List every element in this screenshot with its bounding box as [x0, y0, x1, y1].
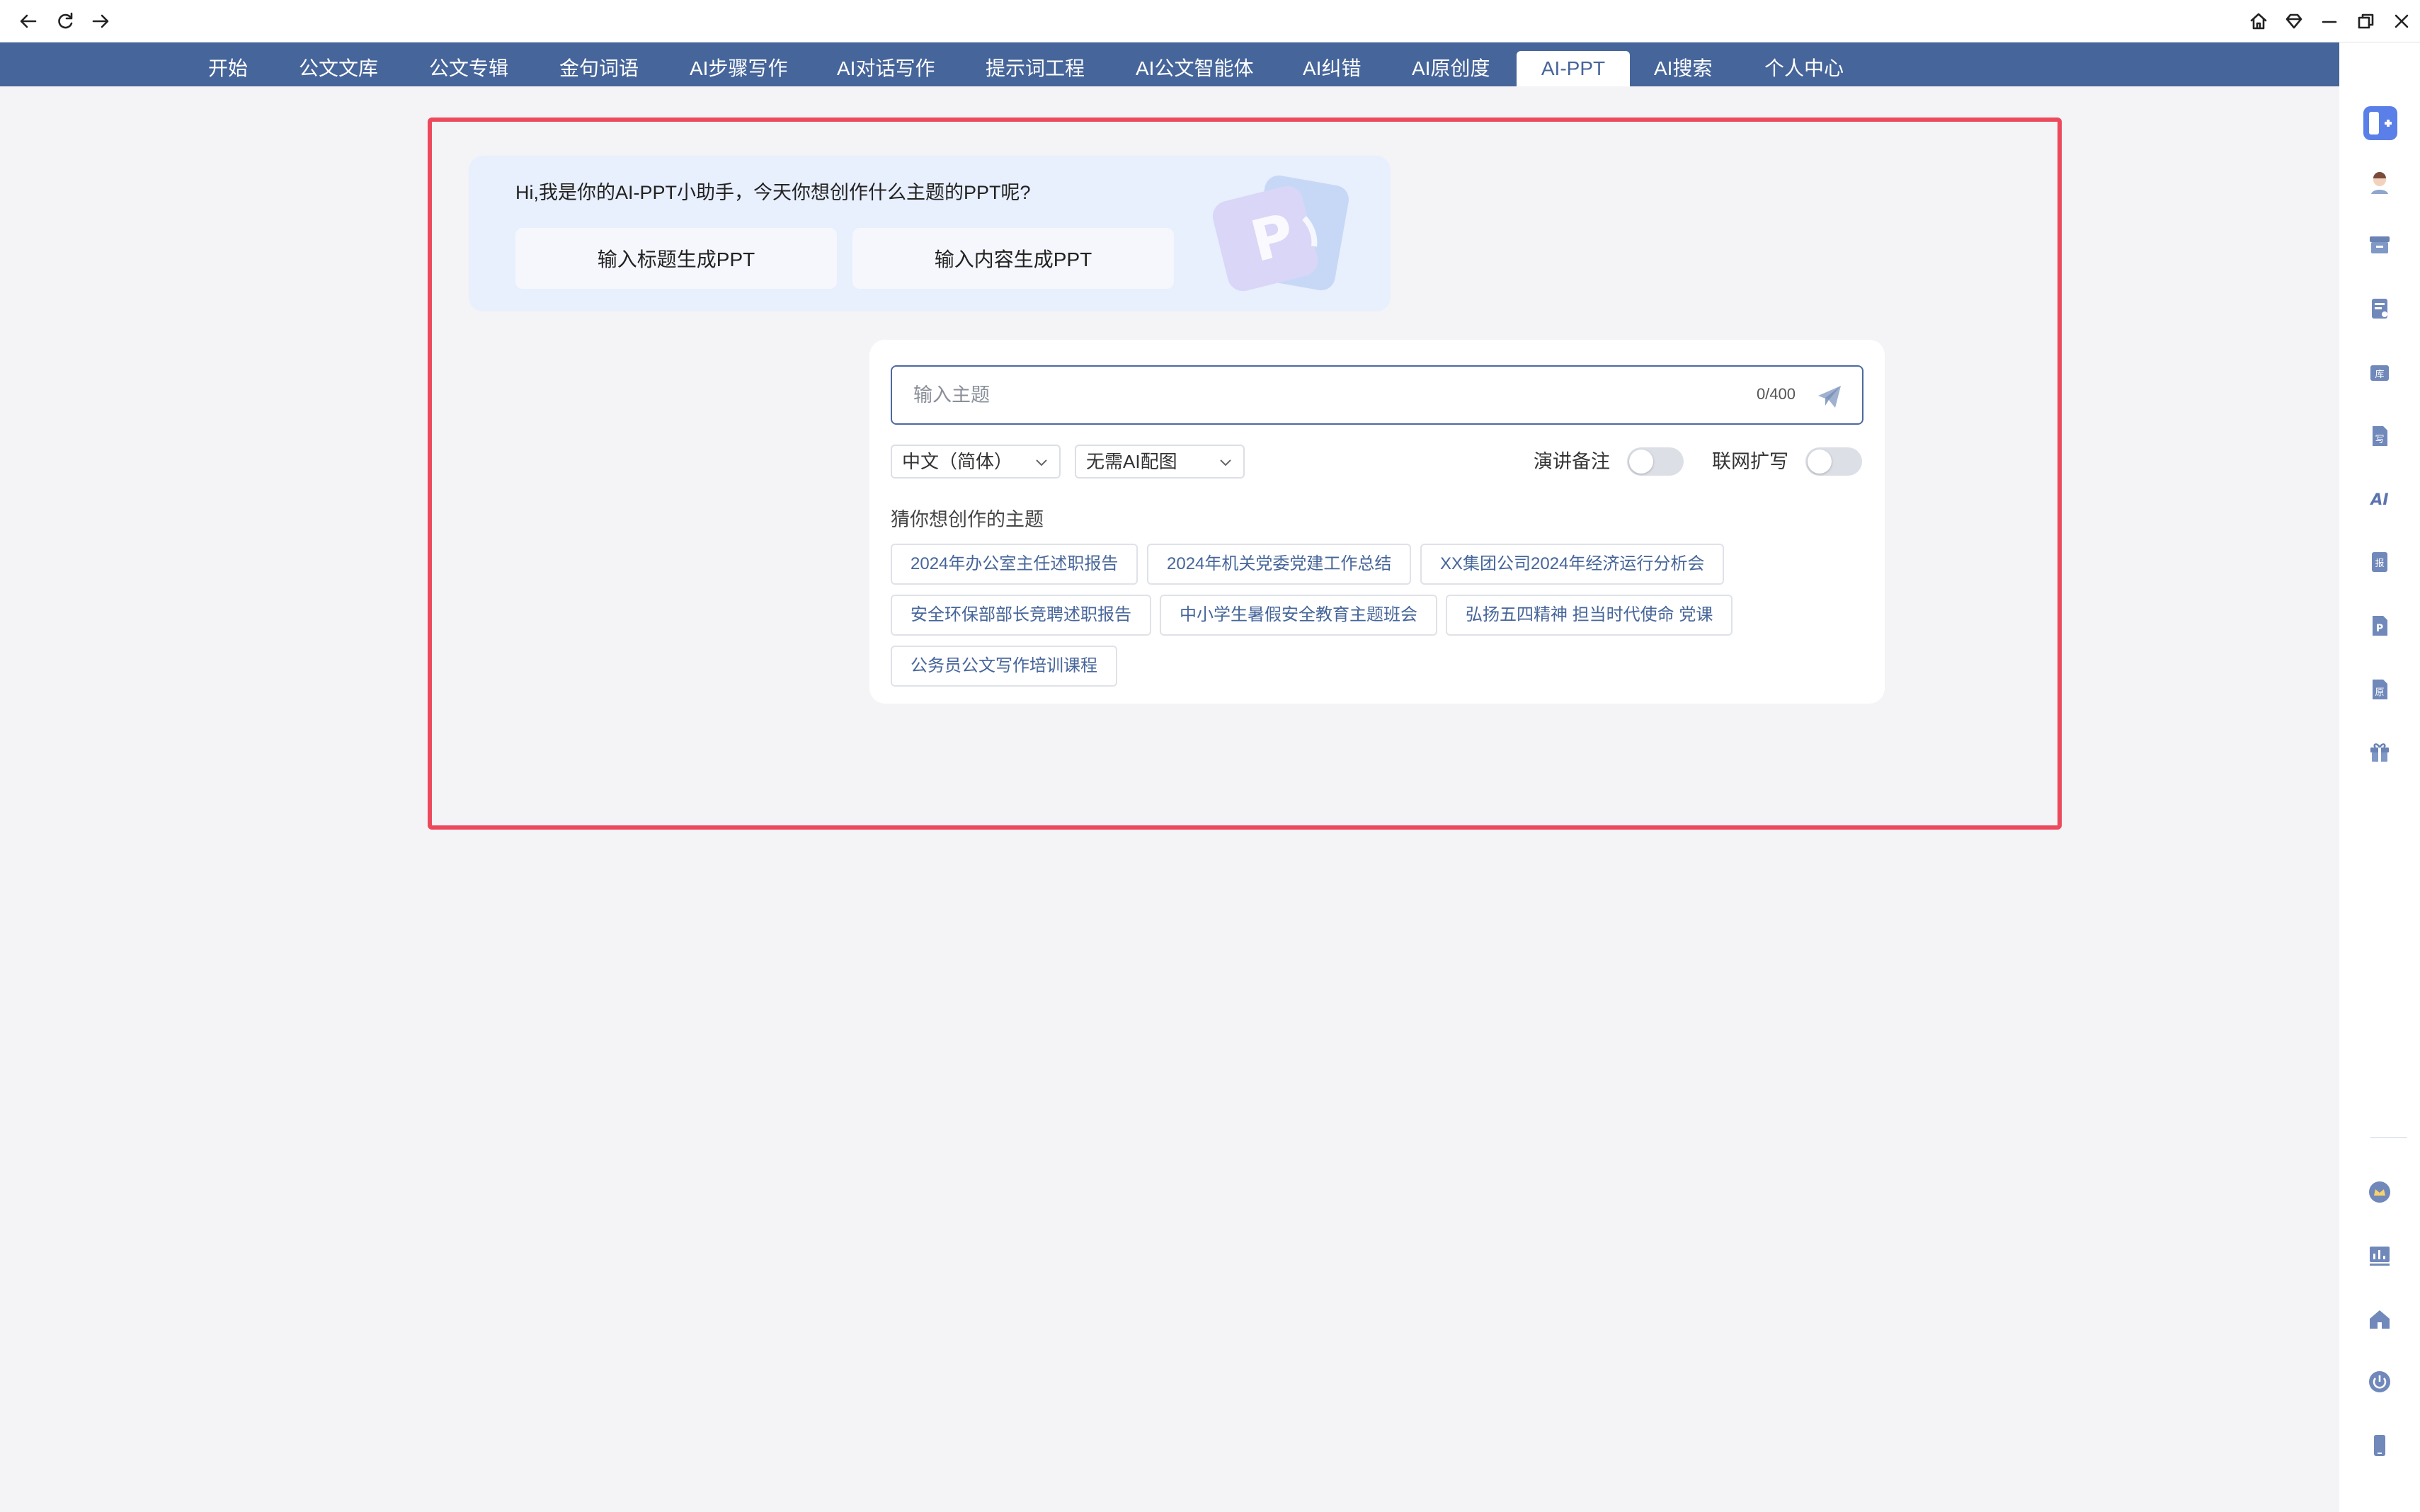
minimize-icon[interactable]	[2317, 8, 2342, 34]
svg-text:AI: AI	[2369, 491, 2388, 509]
library-icon[interactable]: 库	[2365, 358, 2394, 386]
toggle-knob	[1629, 449, 1653, 474]
nav-item-ai-correct[interactable]: AI纠错	[1279, 51, 1385, 86]
language-select-value: 中文（简体）	[902, 451, 1013, 472]
nav-item-ai-step[interactable]: AI步骤写作	[666, 51, 811, 86]
topic-input[interactable]	[913, 367, 1728, 423]
chevron-down-icon	[1220, 459, 1231, 466]
crown-icon[interactable]	[2365, 1178, 2394, 1206]
svg-text:写: 写	[2375, 435, 2384, 445]
document-icon[interactable]	[2365, 294, 2394, 323]
svg-text:原: 原	[2375, 687, 2384, 698]
right-sidebar: 库 写 AI 报 P 原	[2339, 42, 2420, 1512]
char-counter: 0/400	[1756, 385, 1796, 403]
avatar-icon[interactable]	[2365, 168, 2394, 197]
gift-icon[interactable]	[2365, 738, 2394, 766]
ai-image-select-value: 无需AI配图	[1086, 451, 1177, 472]
nav-item-start[interactable]: 开始	[184, 51, 272, 86]
speaker-notes-toggle[interactable]	[1627, 447, 1684, 476]
nav-item-profile[interactable]: 个人中心	[1740, 51, 1868, 86]
nav-item-quotes[interactable]: 金句词语	[535, 51, 663, 86]
svg-text:报: 报	[2375, 559, 2384, 569]
report-icon[interactable]: 报	[2365, 548, 2394, 576]
nav-item-ai-original[interactable]: AI原创度	[1388, 51, 1514, 86]
ai-image-select[interactable]: 无需AI配图	[1075, 445, 1245, 479]
nav-item-doc-library[interactable]: 公文文库	[275, 51, 402, 86]
ppt-icon[interactable]: P	[2365, 612, 2394, 640]
top-nav: 开始 公文文库 公文专辑 金句词语 AI步骤写作 AI对话写作 提示词工程 AI…	[0, 42, 2339, 86]
refresh-icon[interactable]	[52, 8, 78, 34]
nav-item-ai-ppt[interactable]: AI-PPT	[1517, 51, 1630, 86]
sidebar-divider	[2370, 1137, 2407, 1138]
svg-text:P: P	[2376, 623, 2383, 634]
nav-item-ai-search[interactable]: AI搜索	[1630, 51, 1736, 86]
diamond-icon[interactable]	[2281, 8, 2307, 34]
close-icon[interactable]	[2389, 8, 2414, 34]
panel-toggle-icon[interactable]	[2362, 105, 2399, 142]
topic-input-box: 0/400	[891, 365, 1863, 425]
welcome-greeting: Hi,我是你的AI-PPT小助手，今天你想创作什么主题的PPT呢?	[515, 182, 1031, 203]
suggestion-chip[interactable]: 安全环保部部长竞聘述职报告	[891, 595, 1151, 636]
nav-item-ai-chat[interactable]: AI对话写作	[813, 51, 959, 86]
house-icon[interactable]	[2365, 1305, 2394, 1334]
write-icon[interactable]: 写	[2365, 422, 2394, 450]
original-icon[interactable]: 原	[2365, 675, 2394, 704]
suggestion-chip[interactable]: 弘扬五四精神 担当时代使命 党课	[1446, 595, 1733, 636]
welcome-card: Hi,我是你的AI-PPT小助手，今天你想创作什么主题的PPT呢? 输入标题生成…	[469, 156, 1391, 311]
svg-text:库: 库	[2375, 369, 2384, 380]
suggestion-chip[interactable]: 2024年机关党委党建工作总结	[1147, 544, 1412, 585]
suggestion-chip[interactable]: 公务员公文写作培训课程	[891, 646, 1117, 687]
suggestion-chip[interactable]: XX集团公司2024年经济运行分析会	[1420, 544, 1725, 585]
archive-icon[interactable]	[2365, 231, 2394, 259]
stats-icon[interactable]	[2365, 1242, 2394, 1270]
nav-item-ai-agent[interactable]: AI公文智能体	[1112, 51, 1277, 86]
web-expand-label: 联网扩写	[1712, 451, 1788, 472]
home-icon[interactable]	[2246, 8, 2271, 34]
restore-icon[interactable]	[2353, 8, 2379, 34]
forward-arrow-icon[interactable]	[88, 8, 113, 34]
web-expand-toggle[interactable]	[1805, 447, 1862, 476]
generate-by-title-button[interactable]: 输入标题生成PPT	[515, 228, 837, 289]
suggestion-chip[interactable]: 2024年办公室主任述职报告	[891, 544, 1138, 585]
toggle-knob	[1808, 449, 1832, 474]
ppt-illustration-icon: P	[1212, 175, 1349, 292]
nav-item-doc-album[interactable]: 公文专辑	[405, 51, 532, 86]
send-icon[interactable]	[1814, 381, 1845, 412]
speaker-notes-label: 演讲备注	[1534, 451, 1610, 472]
window-titlebar	[0, 0, 2420, 42]
language-select[interactable]: 中文（简体）	[891, 445, 1061, 479]
suggestions-title: 猜你想创作的主题	[891, 509, 1044, 530]
power-icon[interactable]	[2365, 1368, 2394, 1396]
nav-item-prompt[interactable]: 提示词工程	[961, 51, 1109, 86]
phone-icon[interactable]	[2365, 1431, 2394, 1460]
suggestion-chip[interactable]: 中小学生暑假安全教育主题班会	[1160, 595, 1437, 636]
chevron-down-icon	[1036, 459, 1047, 466]
generate-by-content-button[interactable]: 输入内容生成PPT	[852, 228, 1174, 289]
ai-icon[interactable]: AI	[2365, 484, 2394, 512]
ppt-input-card: 0/400 中文（简体） 无需AI配图 演讲备注 联网扩写 猜你想创作的主题 2…	[869, 340, 1885, 704]
back-arrow-icon[interactable]	[16, 8, 41, 34]
